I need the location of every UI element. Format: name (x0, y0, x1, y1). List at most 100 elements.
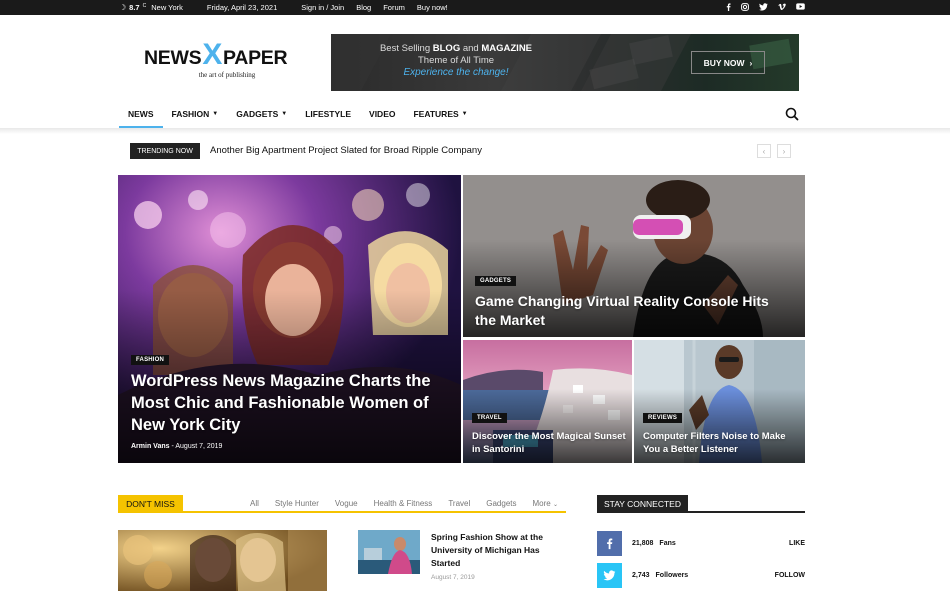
twitter-icon[interactable] (759, 2, 768, 13)
instagram-icon[interactable] (741, 2, 749, 13)
followers-count: 2,743 (632, 572, 650, 579)
category-badge[interactable]: FASHION (131, 355, 170, 365)
banner-line1-a: Best Selling (379, 43, 433, 54)
buy-now-link[interactable]: Buy now! (417, 3, 448, 12)
hero-bottom-left-title[interactable]: Discover the Most Magical Sunset in Sant… (472, 430, 632, 456)
chevron-left-icon: ‹ (762, 146, 766, 156)
banner-line2: Theme of All Time (417, 55, 495, 66)
weather-widget: ☽ 8.7 C New York (119, 3, 183, 13)
side-post-title[interactable]: Spring Fashion Show at the University of… (431, 531, 551, 570)
facebook-icon (597, 531, 622, 556)
header-ad-banner[interactable]: Best Selling BLOG and MAGAZINE Theme of … (331, 34, 799, 91)
hero-bottom-right-post[interactable]: REVIEWS Computer Filters Noise to Make Y… (634, 340, 805, 463)
dont-miss-label: DON'T MISS (118, 495, 183, 513)
twitter-followers-row[interactable]: 2,743 Followers FOLLOW (597, 563, 805, 588)
nav-item-features[interactable]: FEATURES ▼ (404, 101, 476, 127)
chevron-right-icon: › (749, 57, 753, 68)
weather-city: New York (151, 3, 183, 12)
banner-copy: Best Selling BLOG and MAGAZINE Theme of … (331, 43, 581, 79)
category-badge[interactable]: REVIEWS (643, 413, 683, 423)
forum-link[interactable]: Forum (383, 3, 405, 12)
nav-label: FASHION (171, 109, 210, 119)
chevron-down-icon: ▼ (461, 111, 468, 117)
side-post-thumbnail[interactable] (358, 530, 420, 574)
buy-now-button[interactable]: BUY NOW › (691, 51, 765, 74)
blog-link[interactable]: Blog (356, 3, 371, 12)
tab-all[interactable]: All (250, 499, 259, 508)
post-meta: Armin Vans - August 7, 2019 (131, 443, 222, 450)
site-logo[interactable]: NEWS X PAPER the art of publishing (144, 37, 302, 87)
facebook-fans-row[interactable]: 21,808 Fans LIKE (597, 531, 805, 556)
logo-tagline: the art of publishing (198, 71, 256, 79)
next-arrow-button[interactable]: › (777, 144, 791, 158)
post-date: August 7, 2019 (175, 443, 223, 450)
side-post-image (358, 530, 420, 574)
followers-label: Followers (655, 572, 689, 579)
nav-label: FEATURES (413, 109, 459, 119)
weather-temperature: 8.7 (129, 3, 140, 12)
prev-arrow-button[interactable]: ‹ (757, 144, 771, 158)
hero-bottom-left-post[interactable]: TRAVEL Discover the Most Magical Sunset … (463, 340, 632, 463)
dont-miss-tabs: All Style Hunter Vogue Health & Fitness … (250, 499, 558, 508)
nav-label: VIDEO (369, 109, 396, 119)
nav-item-lifestyle[interactable]: LIFESTYLE (296, 101, 360, 127)
nav-label: LIFESTYLE (305, 109, 352, 119)
social-links (726, 0, 805, 15)
top-bar: ☽ 8.7 C New York Friday, April 23, 2021 … (0, 0, 950, 15)
youtube-icon[interactable] (796, 3, 805, 12)
side-post-date: August 7, 2019 (431, 574, 475, 581)
trending-headline[interactable]: Another Big Apartment Project Slated for… (210, 145, 482, 156)
facebook-icon[interactable] (726, 2, 731, 13)
banner-line1-d: MAGAZINE (481, 43, 533, 54)
hero-bottom-right-title[interactable]: Computer Filters Noise to Make You a Bet… (643, 430, 803, 456)
chevron-right-icon: › (782, 146, 786, 156)
nav-divider (0, 128, 950, 134)
nav-item-gadgets[interactable]: GADGETS ▼ (227, 101, 296, 127)
tab-more[interactable]: More ⌄ (533, 499, 559, 508)
tab-travel[interactable]: Travel (448, 499, 470, 508)
tab-style-hunter[interactable]: Style Hunter (275, 499, 319, 508)
trending-now-label: TRENDING NOW (130, 143, 200, 159)
banner-line1-b: BLOG (432, 43, 461, 54)
dont-miss-header: DON'T MISS All Style Hunter Vogue Health… (118, 495, 566, 513)
banner-tagline: Experience the change! (403, 67, 509, 78)
chevron-down-icon: ⌄ (552, 502, 558, 508)
follow-button[interactable]: FOLLOW (775, 572, 805, 579)
hero-top-right-title[interactable]: Game Changing Virtual Reality Console Hi… (475, 292, 775, 330)
dont-miss-featured-image[interactable] (118, 530, 327, 591)
fans-label: Fans (659, 540, 676, 547)
banner-line1-c: and (460, 43, 482, 54)
tab-health-fitness[interactable]: Health & Fitness (374, 499, 433, 508)
tab-gadgets[interactable]: Gadgets (486, 499, 516, 508)
nav-label: GADGETS (236, 109, 279, 119)
search-icon[interactable] (784, 106, 800, 122)
featured-post-image (118, 530, 327, 591)
tab-more-label: More (532, 499, 551, 508)
hero-main-post[interactable]: FASHION WordPress News Magazine Charts t… (118, 175, 461, 463)
main-navigation: NEWS FASHION ▼ GADGETS ▼ LIFESTYLE VIDEO… (119, 101, 806, 128)
tab-vogue[interactable]: Vogue (335, 499, 358, 508)
hero-top-right-post[interactable]: GADGETS Game Changing Virtual Reality Co… (463, 175, 805, 337)
logo-text-news: NEWS (144, 47, 202, 69)
nav-item-news[interactable]: NEWS (119, 101, 163, 128)
moon-icon: ☽ (119, 3, 127, 12)
top-links: Sign in / Join Blog Forum Buy now! (301, 3, 448, 12)
like-button[interactable]: LIKE (789, 540, 805, 547)
nav-label: NEWS (128, 109, 154, 119)
stay-connected-label: STAY CONNECTED (597, 495, 688, 513)
logo-text-paper: PAPER (223, 47, 288, 69)
buy-now-label: BUY NOW (703, 57, 745, 68)
category-badge[interactable]: TRAVEL (472, 413, 507, 423)
vimeo-icon[interactable] (778, 3, 786, 13)
chevron-down-icon: ▼ (212, 111, 219, 117)
nav-item-video[interactable]: VIDEO (360, 101, 404, 127)
weather-unit[interactable]: C (143, 3, 147, 9)
sign-in-link[interactable]: Sign in / Join (301, 3, 344, 12)
category-badge[interactable]: GADGETS (475, 276, 517, 286)
hero-main-title[interactable]: WordPress News Magazine Charts the Most … (131, 370, 431, 436)
author-name[interactable]: Armin Vans (131, 443, 170, 450)
fans-count: 21,808 (632, 540, 654, 547)
current-date: Friday, April 23, 2021 (206, 3, 278, 12)
logo-text-x: X (202, 37, 223, 71)
nav-item-fashion[interactable]: FASHION ▼ (163, 101, 228, 127)
